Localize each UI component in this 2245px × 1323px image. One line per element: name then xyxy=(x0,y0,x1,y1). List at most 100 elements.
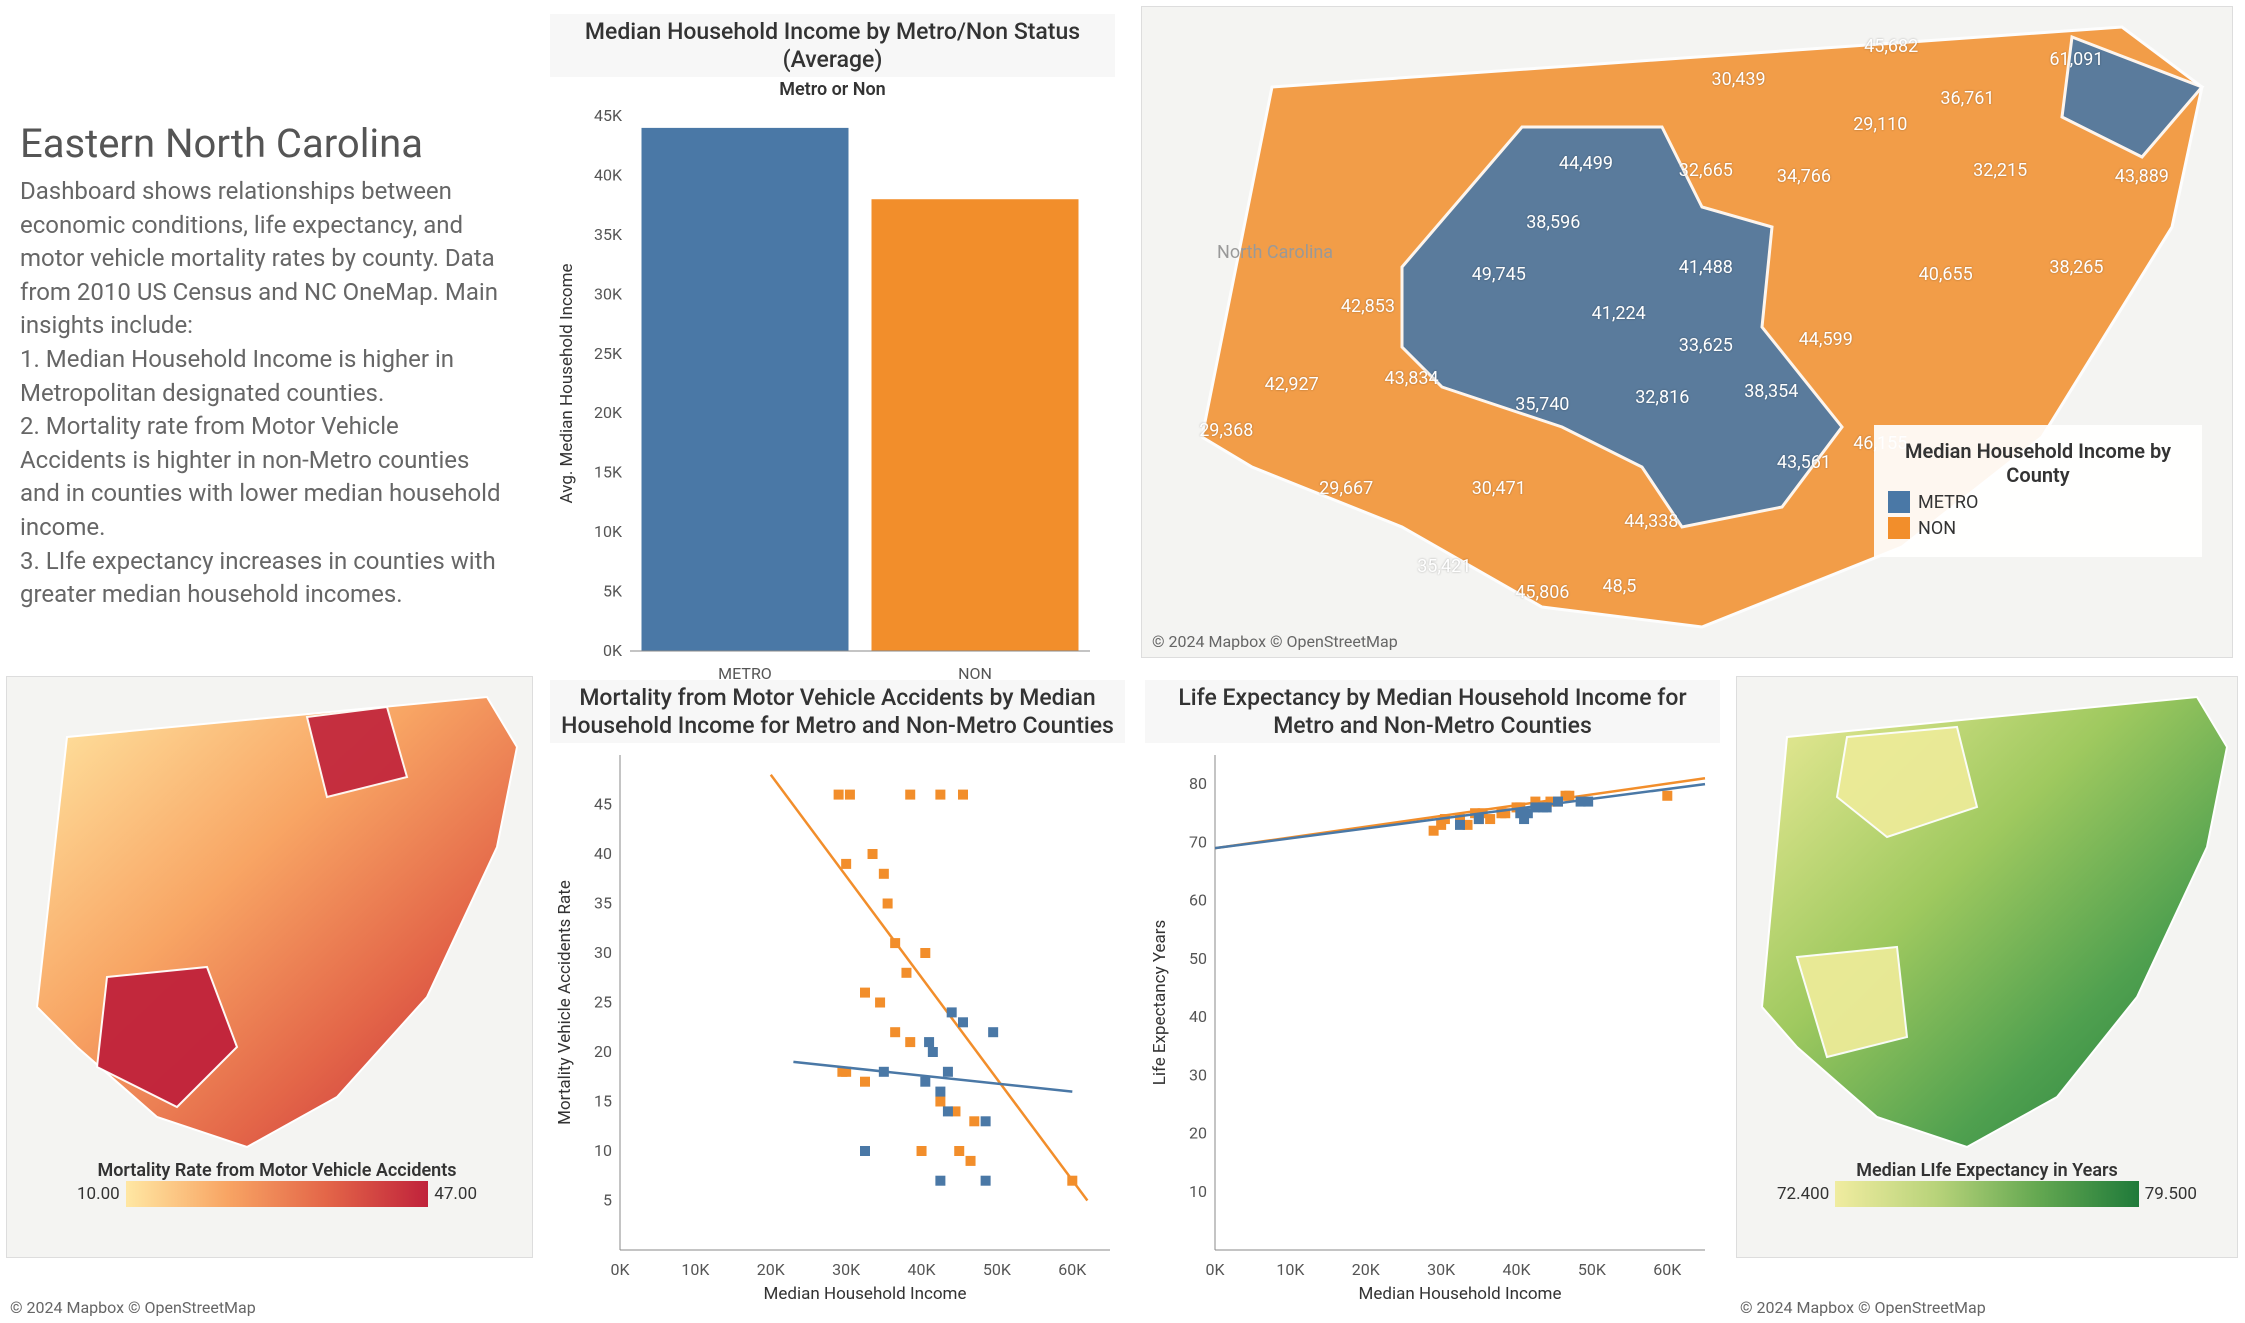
svg-text:60K: 60K xyxy=(1058,1260,1087,1279)
bar-METRO[interactable] xyxy=(642,128,849,651)
life-map[interactable]: Median LIfe Expectancy in Years 72.400 7… xyxy=(1736,676,2238,1258)
point-NON[interactable] xyxy=(845,790,855,800)
point-NON[interactable] xyxy=(969,1116,979,1126)
point-NON[interactable] xyxy=(905,1037,915,1047)
county-income-label: 32,816 xyxy=(1635,387,1689,408)
point-METRO[interactable] xyxy=(935,1176,945,1186)
svg-text:30K: 30K xyxy=(1427,1260,1456,1279)
point-METRO[interactable] xyxy=(1583,797,1593,807)
point-NON[interactable] xyxy=(879,869,889,879)
svg-text:10: 10 xyxy=(594,1141,612,1160)
point-NON[interactable] xyxy=(966,1156,976,1166)
point-METRO[interactable] xyxy=(860,1146,870,1156)
point-METRO[interactable] xyxy=(943,1107,953,1117)
county-income-label: 45,682 xyxy=(1864,36,1918,57)
point-METRO[interactable] xyxy=(958,1017,968,1027)
life-legend: Median LIfe Expectancy in Years 72.400 7… xyxy=(1777,1160,2197,1207)
point-METRO[interactable] xyxy=(988,1027,998,1037)
intro-body: Dashboard shows relationships between ec… xyxy=(20,175,510,612)
svg-text:40: 40 xyxy=(594,844,612,863)
point-METRO[interactable] xyxy=(1474,814,1484,824)
point-NON[interactable] xyxy=(860,988,870,998)
svg-text:Median Household Income: Median Household Income xyxy=(764,1284,967,1304)
svg-text:30K: 30K xyxy=(832,1260,861,1279)
county-income-label: 38,596 xyxy=(1526,212,1580,233)
point-METRO[interactable] xyxy=(981,1176,991,1186)
point-NON[interactable] xyxy=(1564,791,1574,801)
point-NON[interactable] xyxy=(935,1097,945,1107)
point-NON[interactable] xyxy=(841,859,851,869)
svg-text:0K: 0K xyxy=(610,1260,630,1279)
county-income-label: 45,806 xyxy=(1515,582,1569,603)
svg-text:70: 70 xyxy=(1189,833,1207,852)
map-attribution: © 2024 Mapbox © OpenStreetMap xyxy=(1152,632,1398,651)
point-METRO[interactable] xyxy=(928,1047,938,1057)
county-income-label: 34,766 xyxy=(1777,166,1831,187)
point-METRO[interactable] xyxy=(981,1116,991,1126)
point-METRO[interactable] xyxy=(1455,820,1465,830)
point-NON[interactable] xyxy=(935,790,945,800)
scatter1-title: Mortality from Motor Vehicle Accidents b… xyxy=(550,680,1125,743)
point-NON[interactable] xyxy=(954,1146,964,1156)
point-NON[interactable] xyxy=(905,790,915,800)
point-METRO[interactable] xyxy=(935,1087,945,1097)
svg-text:35K: 35K xyxy=(594,225,623,244)
mortality-map[interactable]: Mortality Rate from Motor Vehicle Accide… xyxy=(6,676,533,1258)
bar-NON[interactable] xyxy=(872,199,1079,651)
point-NON[interactable] xyxy=(868,849,878,859)
svg-text:20K: 20K xyxy=(757,1260,786,1279)
svg-text:5K: 5K xyxy=(603,582,623,601)
point-METRO[interactable] xyxy=(1553,797,1563,807)
legend-metro[interactable]: METRO xyxy=(1888,491,2188,513)
trend-NON xyxy=(771,775,1088,1201)
point-NON[interactable] xyxy=(1067,1176,1077,1186)
bar-chart-title: Median Household Income by Metro/Non Sta… xyxy=(550,14,1115,77)
legend-non[interactable]: NON xyxy=(1888,517,2188,539)
svg-text:Life Expectancy Years: Life Expectancy Years xyxy=(1150,920,1170,1086)
county-income-label: 32,665 xyxy=(1679,160,1733,181)
county-income-label: 61,091 xyxy=(2049,49,2103,70)
point-NON[interactable] xyxy=(834,790,844,800)
point-NON[interactable] xyxy=(958,790,968,800)
point-NON[interactable] xyxy=(890,938,900,948)
svg-text:0K: 0K xyxy=(603,641,623,660)
county-income-label: 29,667 xyxy=(1319,478,1373,499)
point-NON[interactable] xyxy=(1485,814,1495,824)
bar-chart[interactable]: 0K5K10K15K20K25K30K35K40K45KAvg. Median … xyxy=(550,106,1110,691)
svg-text:50: 50 xyxy=(1189,949,1207,968)
point-NON[interactable] xyxy=(860,1077,870,1087)
point-METRO[interactable] xyxy=(879,1067,889,1077)
intro-panel: Eastern North Carolina Dashboard shows r… xyxy=(0,0,540,670)
mortality-legend: Mortality Rate from Motor Vehicle Accide… xyxy=(77,1160,477,1207)
svg-text:50K: 50K xyxy=(983,1260,1012,1279)
county-income-label: 43,889 xyxy=(2115,166,2169,187)
svg-text:10K: 10K xyxy=(681,1260,710,1279)
map-attribution: © 2024 Mapbox © OpenStreetMap xyxy=(1740,1298,1986,1317)
life-map-panel: Median LIfe Expectancy in Years 72.400 7… xyxy=(1730,670,2245,1323)
svg-text:5: 5 xyxy=(603,1191,612,1210)
county-income-label: 32,215 xyxy=(1973,160,2027,181)
point-NON[interactable] xyxy=(920,948,930,958)
point-NON[interactable] xyxy=(917,1146,927,1156)
swatch-icon xyxy=(1888,517,1910,539)
income-map[interactable]: 45,68261,09130,43936,76129,11044,49932,6… xyxy=(1141,6,2233,658)
point-NON[interactable] xyxy=(883,899,893,909)
county-income-label: 48,5 xyxy=(1603,576,1637,597)
point-NON[interactable] xyxy=(875,998,885,1008)
scatter-mortality[interactable]: 0K10K20K30K40K50K60KMedian Household Inc… xyxy=(550,745,1125,1305)
svg-text:45: 45 xyxy=(594,795,612,814)
point-METRO[interactable] xyxy=(924,1037,934,1047)
point-METRO[interactable] xyxy=(947,1008,957,1018)
point-METRO[interactable] xyxy=(920,1077,930,1087)
point-NON[interactable] xyxy=(1662,791,1672,801)
county-income-label: 30,439 xyxy=(1712,69,1766,90)
point-METRO[interactable] xyxy=(943,1067,953,1077)
county-income-label: 29,368 xyxy=(1199,420,1253,441)
point-METRO[interactable] xyxy=(1542,803,1552,813)
point-NON[interactable] xyxy=(890,1027,900,1037)
mortality-map-panel: Mortality Rate from Motor Vehicle Accide… xyxy=(0,670,540,1323)
svg-text:25: 25 xyxy=(594,993,612,1012)
county-income-label: 41,488 xyxy=(1679,257,1733,278)
scatter-life[interactable]: 0K10K20K30K40K50K60KMedian Household Inc… xyxy=(1145,745,1720,1305)
point-NON[interactable] xyxy=(901,968,911,978)
